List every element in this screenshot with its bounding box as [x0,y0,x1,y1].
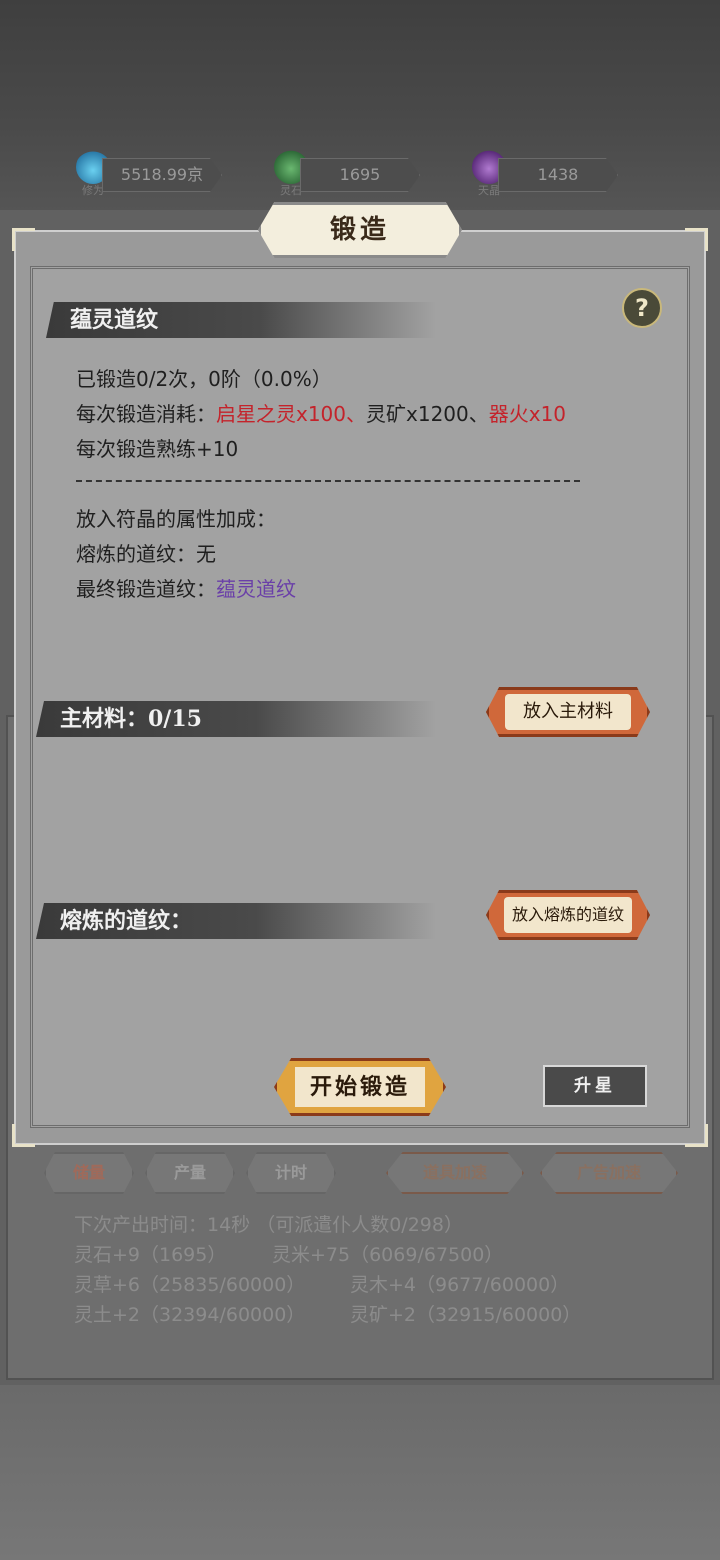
cost-line: 每次锻造消耗：启星之灵x100、灵矿x1200、器火x10 [76,398,566,427]
section-header-main-material: 主材料：0/15 [36,701,436,737]
final-value: 蕴灵道纹 [216,577,296,601]
corner-ornament [685,1124,708,1147]
resource-value: 1695 [300,158,420,192]
section-header-smelt: 熔炼的道纹： [36,903,436,939]
tab-item-speedup[interactable]: 道具加速 [386,1152,524,1194]
proficiency-text: 每次锻造熟练+10 [76,437,239,461]
next-output-time: 下次产出时间：14秒 （可派遣仆人数0/298） [74,1214,463,1236]
forged-status-text: 已锻造0/2次，0阶（0.0%） [76,367,332,391]
corner-ornament [12,228,35,251]
corner-ornament [12,1124,35,1147]
production-item: 灵矿+2（32915/60000） [350,1304,582,1326]
production-item: 灵石+9（1695） [74,1244,227,1266]
cost-item: 启星之灵x100、 [216,402,367,426]
resource-value: 1438 [498,158,618,192]
button-label: 放入熔炼的道纹 [503,897,632,933]
corner-ornament [685,228,708,251]
add-main-material-button[interactable]: 放入主材料 [486,687,650,737]
cost-item: 灵矿x1200、 [366,402,489,426]
production-item: 灵草+6（25835/60000） [74,1274,306,1296]
production-item: 灵土+2（32394/60000） [74,1304,306,1326]
smelted-pattern-line: 熔炼的道纹：无 [76,538,216,567]
button-label: 放入主材料 [505,694,631,730]
bottom-background [0,1385,720,1560]
start-forge-button[interactable]: 开始锻造 [274,1058,446,1116]
upgrade-star-button[interactable]: 升星 [543,1065,647,1107]
bonus-label: 放入符晶的属性加成： [76,507,276,531]
production-item: 灵米+75（6069/67500） [272,1244,504,1266]
help-button[interactable]: ? [622,288,662,328]
button-label: 开始锻造 [295,1067,425,1107]
smelted-label: 熔炼的道纹： [76,542,196,566]
final-pattern-line: 最终锻造道纹：蕴灵道纹 [76,573,296,602]
resource-value: 5518.99京 [102,158,222,192]
cost-item: 器火x10 [488,402,567,426]
tab-storage[interactable]: 储量 [44,1152,134,1194]
add-smelt-pattern-button[interactable]: 放入熔炼的道纹 [486,890,650,940]
final-label: 最终锻造道纹： [76,577,216,601]
tab-timer[interactable]: 计时 [246,1152,336,1194]
dashed-divider [76,480,580,482]
production-item: 灵木+4（9677/60000） [350,1274,570,1296]
cost-label: 每次锻造消耗： [76,402,216,426]
tab-ad-speedup[interactable]: 广告加速 [540,1152,678,1194]
tab-output[interactable]: 产量 [145,1152,235,1194]
smelted-value: 无 [196,542,216,566]
dialog-title: 锻造 [258,202,462,258]
section-header-pattern: 蕴灵道纹 [46,302,436,338]
